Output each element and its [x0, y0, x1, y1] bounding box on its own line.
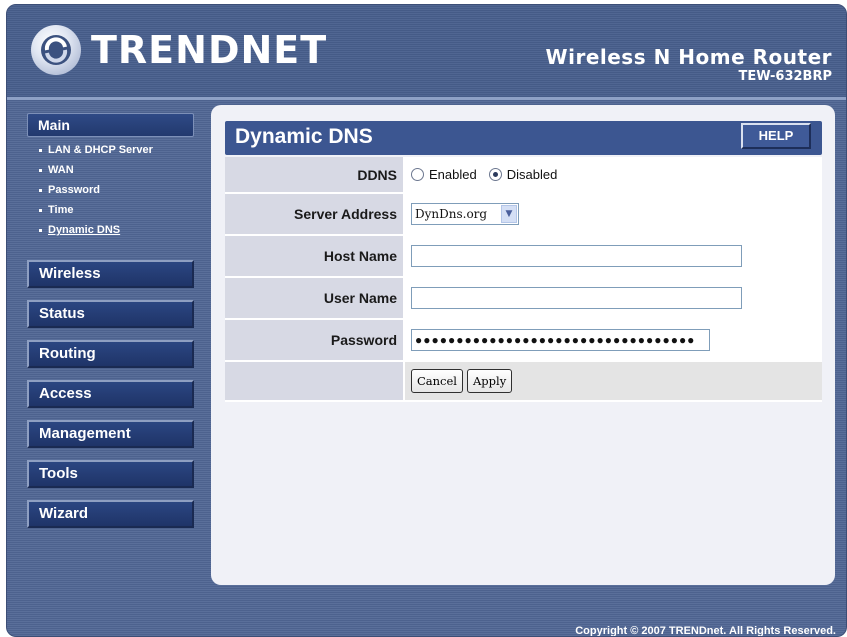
- sidebar-section-management[interactable]: Management: [27, 420, 194, 448]
- ddns-disabled-radio[interactable]: [488, 168, 502, 181]
- server-address-value: DynDns.org ▼: [405, 194, 822, 234]
- brand-name: TRENDNET: [91, 28, 328, 72]
- bullet-icon: [39, 148, 42, 152]
- actions-cell: Cancel Apply: [405, 362, 822, 400]
- sidebar-item-label: LAN & DHCP Server: [48, 144, 153, 156]
- sidebar-item-label: Dynamic DNS: [48, 224, 121, 236]
- page-title-bar: Dynamic DNS HELP: [225, 121, 822, 155]
- form-row-password: Password ●●●●●●●●●●●●●●●●●●●●●●●●●●●●●●●…: [225, 320, 822, 362]
- product-info: Wireless N Home Router TEW-632BRP: [546, 45, 832, 84]
- form-row-host: Host Name: [225, 236, 822, 278]
- help-button[interactable]: HELP: [741, 123, 811, 149]
- brand-logo: TRENDNET: [31, 25, 327, 75]
- page-title: Dynamic DNS: [235, 125, 373, 148]
- user-name-value: [405, 278, 822, 318]
- sidebar-item-label: Time: [48, 204, 74, 216]
- copyright-text: Copyright © 2007 TRENDnet. All Rights Re…: [575, 625, 836, 637]
- bullet-icon: [39, 188, 42, 192]
- ddns-enabled-option[interactable]: Enabled: [411, 167, 477, 182]
- user-name-label: User Name: [225, 278, 405, 318]
- host-name-input[interactable]: [411, 245, 742, 267]
- sidebar-section-status[interactable]: Status: [27, 300, 194, 328]
- ddns-value: Enabled Disabled: [405, 157, 822, 192]
- sidebar-item-label: WAN: [48, 164, 74, 176]
- server-address-select[interactable]: DynDns.org ▼: [411, 203, 519, 225]
- password-input[interactable]: ●●●●●●●●●●●●●●●●●●●●●●●●●●●●●●●●●●: [411, 329, 710, 351]
- sidebar: Main LAN & DHCP Server WAN Password Time…: [27, 113, 194, 528]
- content-panel: Dynamic DNS HELP DDNS Enabled Disabled S…: [211, 105, 835, 585]
- sidebar-item-wan[interactable]: WAN: [27, 160, 194, 180]
- server-address-label: Server Address: [225, 194, 405, 234]
- product-name: Wireless N Home Router: [545, 45, 832, 69]
- ddns-disabled-label: Disabled: [506, 167, 558, 182]
- header-divider: [7, 97, 846, 100]
- chevron-down-icon[interactable]: ▼: [501, 205, 517, 223]
- bullet-icon: [39, 208, 42, 212]
- apply-button[interactable]: Apply: [467, 369, 513, 393]
- sidebar-section-wireless[interactable]: Wireless: [27, 260, 194, 288]
- ddns-enabled-label: Enabled: [429, 167, 477, 182]
- router-admin-window: TRENDNET Wireless N Home Router TEW-632B…: [6, 4, 847, 637]
- sidebar-item-password[interactable]: Password: [27, 180, 194, 200]
- sidebar-section-access[interactable]: Access: [27, 380, 194, 408]
- sidebar-section-routing[interactable]: Routing: [27, 340, 194, 368]
- sidebar-item-dynamic-dns[interactable]: Dynamic DNS: [27, 220, 194, 240]
- server-address-selected: DynDns.org: [415, 207, 488, 221]
- bullet-icon: [39, 228, 42, 232]
- password-value: ●●●●●●●●●●●●●●●●●●●●●●●●●●●●●●●●●●: [405, 320, 822, 360]
- sidebar-section-tools[interactable]: Tools: [27, 460, 194, 488]
- form-row-server: Server Address DynDns.org ▼: [225, 194, 822, 236]
- form-row-user: User Name: [225, 278, 822, 320]
- sidebar-item-lan-dhcp[interactable]: LAN & DHCP Server: [27, 140, 194, 160]
- sidebar-section-wizard[interactable]: Wizard: [27, 500, 194, 528]
- cancel-button[interactable]: Cancel: [411, 369, 463, 393]
- user-name-input[interactable]: [411, 287, 742, 309]
- host-name-value: [405, 236, 822, 276]
- trendnet-logo-icon: [31, 25, 81, 75]
- sidebar-item-label: Password: [48, 184, 100, 196]
- ddns-label: DDNS: [225, 157, 405, 192]
- sidebar-main-header[interactable]: Main: [27, 113, 194, 137]
- sidebar-item-time[interactable]: Time: [27, 200, 194, 220]
- header: TRENDNET Wireless N Home Router TEW-632B…: [7, 5, 846, 97]
- product-model: TEW-632BRP: [738, 69, 832, 84]
- sidebar-main-submenu: LAN & DHCP Server WAN Password Time Dyna…: [27, 137, 194, 246]
- ddns-form: DDNS Enabled Disabled Server Address Dyn…: [225, 157, 822, 402]
- actions-label-cell: [225, 362, 405, 400]
- host-name-label: Host Name: [225, 236, 405, 276]
- ddns-disabled-option[interactable]: Disabled: [488, 167, 558, 182]
- form-row-ddns: DDNS Enabled Disabled: [225, 157, 822, 194]
- password-label: Password: [225, 320, 405, 360]
- form-row-actions: Cancel Apply: [225, 362, 822, 402]
- ddns-enabled-radio[interactable]: [411, 168, 424, 181]
- bullet-icon: [39, 168, 42, 172]
